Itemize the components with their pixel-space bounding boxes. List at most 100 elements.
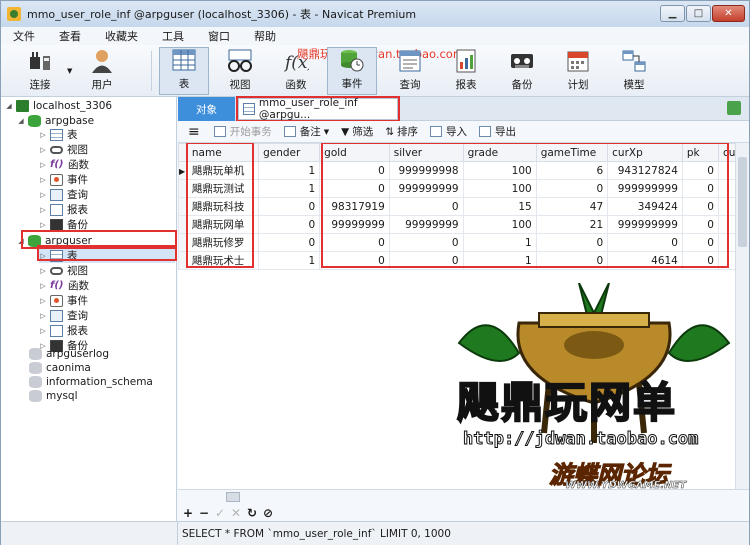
schedule-button[interactable]: 计划 xyxy=(553,47,603,95)
tree-db-arpguserlog[interactable]: arpguserlog xyxy=(29,346,109,361)
menu-window[interactable]: 窗口 xyxy=(196,28,242,44)
row-indicator[interactable] xyxy=(178,215,188,234)
export-button[interactable]: 导出 xyxy=(479,124,516,139)
minimize-button[interactable]: ▁ xyxy=(660,5,685,22)
user-button[interactable]: 用户 xyxy=(77,47,127,95)
note-button[interactable]: 备注 ▼ xyxy=(283,124,329,139)
new-tab-icon[interactable] xyxy=(727,101,741,115)
column-header[interactable]: gameTime xyxy=(535,143,609,162)
refresh-button[interactable]: ↻ xyxy=(244,506,260,520)
collapse-arrow-icon[interactable]: ▷ xyxy=(39,252,47,260)
collapse-arrow-icon[interactable]: ▷ xyxy=(39,297,47,305)
table-cell[interactable]: 47 xyxy=(535,197,609,216)
collapse-arrow-icon[interactable]: ▷ xyxy=(39,146,47,154)
collapse-arrow-icon[interactable]: ▷ xyxy=(39,221,47,229)
tree-arpguser-queries[interactable]: ▷ 查询 xyxy=(39,308,88,323)
query-button[interactable]: 查询 xyxy=(385,47,435,95)
event-button[interactable]: 事件 xyxy=(327,47,377,95)
table-cell[interactable]: 0 xyxy=(388,233,464,252)
import-button[interactable]: 导入 xyxy=(430,124,467,139)
row-indicator[interactable] xyxy=(178,233,188,252)
menu-icon[interactable]: ≡ xyxy=(188,125,200,139)
table-cell[interactable]: 1 xyxy=(462,233,537,252)
tree-arpgbase-backups[interactable]: ▷ 备份 xyxy=(39,217,88,232)
column-header[interactable]: curXp xyxy=(607,143,683,162)
table-cell[interactable]: 0 xyxy=(681,251,719,270)
table-row[interactable]: 飓鼎玩科技 0 98317919 0 15 47 349424 0 xyxy=(178,197,749,216)
tree-arpguser-reports[interactable]: ▷ 报表 xyxy=(39,323,88,338)
collapse-arrow-icon[interactable]: ▷ xyxy=(39,176,47,184)
tree-arpguser-events[interactable]: ▷ 事件 xyxy=(39,293,88,308)
column-header[interactable]: pk xyxy=(681,143,719,162)
table-cell[interactable]: 0 xyxy=(258,197,321,216)
table-cell[interactable]: 0 xyxy=(681,197,719,216)
table-row[interactable]: ▶ 飓鼎玩单机 1 0 999999998 100 6 943127824 0 xyxy=(178,161,749,180)
tree-arpgbase-events[interactable]: ▷ 事件 xyxy=(39,172,88,187)
tree-arpgbase-reports[interactable]: ▷ 报表 xyxy=(39,202,88,217)
table-cell[interactable]: 飓鼎玩单机 xyxy=(186,161,260,180)
table-row[interactable]: 飓鼎玩修罗 0 0 0 1 0 0 0 xyxy=(178,233,749,252)
tab-objects[interactable]: 对象 xyxy=(178,97,235,121)
table-cell[interactable]: 0 xyxy=(319,179,390,198)
discard-button[interactable]: ✕ xyxy=(228,506,244,520)
menu-help[interactable]: 帮助 xyxy=(242,28,288,44)
collapse-arrow-icon[interactable]: ▷ xyxy=(39,161,47,169)
table-cell[interactable]: 21 xyxy=(535,215,609,234)
tab-table[interactable]: mmo_user_role_inf @arpgu... xyxy=(238,97,398,121)
table-cell[interactable]: 999999999 xyxy=(607,179,683,198)
expand-arrow-icon[interactable]: ◢ xyxy=(17,117,25,125)
table-cell[interactable]: 349424 xyxy=(607,197,683,216)
table-row[interactable]: 飓鼎玩测试 1 0 999999999 100 0 999999999 0 xyxy=(178,179,749,198)
menu-favorites[interactable]: 收藏夹 xyxy=(93,28,150,44)
view-button[interactable]: 视图 xyxy=(215,47,265,95)
tree-arpgbase-tables[interactable]: ▷ 表 xyxy=(39,127,78,142)
table-cell[interactable]: 0 xyxy=(319,251,390,270)
add-record-button[interactable]: + xyxy=(180,506,196,520)
table-cell[interactable]: 飓鼎玩测试 xyxy=(186,179,260,198)
collapse-arrow-icon[interactable]: ▷ xyxy=(39,327,47,335)
table-cell[interactable]: 0 xyxy=(535,179,609,198)
table-cell[interactable]: 1 xyxy=(258,251,321,270)
tree-arpgbase-functions[interactable]: ▷ f() 函数 xyxy=(39,157,89,172)
expand-arrow-icon[interactable]: ◢ xyxy=(5,102,13,110)
table-row[interactable]: 飓鼎玩术士 1 0 0 1 0 4614 0 xyxy=(178,251,749,270)
collapse-arrow-icon[interactable]: ▷ xyxy=(39,267,47,275)
tree-arpgbase-queries[interactable]: ▷ 查询 xyxy=(39,187,88,202)
tree-db-mysql[interactable]: mysql xyxy=(29,388,78,403)
table-cell[interactable]: 0 xyxy=(319,161,390,180)
collapse-arrow-icon[interactable]: ▷ xyxy=(39,131,47,139)
horizontal-scrollbar[interactable] xyxy=(180,492,520,502)
table-cell[interactable]: 0 xyxy=(681,215,719,234)
row-indicator[interactable] xyxy=(178,179,188,198)
table-cell[interactable]: 0 xyxy=(535,233,609,252)
menu-file[interactable]: 文件 xyxy=(1,28,47,44)
column-header[interactable]: silver xyxy=(388,143,464,162)
table-cell[interactable]: 1 xyxy=(258,161,321,180)
table-cell[interactable]: 飓鼎玩科技 xyxy=(186,197,260,216)
table-cell[interactable]: 0 xyxy=(681,179,719,198)
table-cell[interactable]: 1 xyxy=(462,251,537,270)
column-header[interactable]: name xyxy=(186,143,260,162)
begin-transaction-button[interactable]: 开始事务 xyxy=(213,124,272,139)
table-cell[interactable]: 0 xyxy=(258,233,321,252)
collapse-arrow-icon[interactable]: ▷ xyxy=(39,282,47,290)
column-header[interactable]: grade xyxy=(462,143,537,162)
collapse-arrow-icon[interactable]: ▷ xyxy=(39,206,47,214)
tree-arpguser-views[interactable]: ▷ 视图 xyxy=(39,263,88,278)
collapse-arrow-icon[interactable]: ▷ xyxy=(39,312,47,320)
table-cell[interactable]: 943127824 xyxy=(607,161,683,180)
expand-arrow-icon[interactable]: ◢ xyxy=(17,237,25,245)
tree-arpguser-tables[interactable]: ▷ 表 xyxy=(39,248,175,263)
table-cell[interactable]: 飓鼎玩修罗 xyxy=(186,233,260,252)
table-cell[interactable]: 0 xyxy=(258,215,321,234)
table-cell[interactable]: 0 xyxy=(607,233,683,252)
table-cell[interactable]: 飓鼎玩网单 xyxy=(186,215,260,234)
table-cell[interactable]: 999999998 xyxy=(388,161,464,180)
filter-button[interactable]: ▼ 筛选 xyxy=(341,124,373,139)
tree-arpgbase-views[interactable]: ▷ 视图 xyxy=(39,142,88,157)
table-cell[interactable]: 100 xyxy=(462,215,537,234)
table-cell[interactable]: 99999999 xyxy=(319,215,390,234)
tree-arpguser-functions[interactable]: ▷ f() 函数 xyxy=(39,278,89,293)
backup-button[interactable]: 备份 xyxy=(497,47,547,95)
table-row[interactable]: 飓鼎玩网单 0 99999999 99999999 100 21 999999999 0 xyxy=(178,215,749,234)
